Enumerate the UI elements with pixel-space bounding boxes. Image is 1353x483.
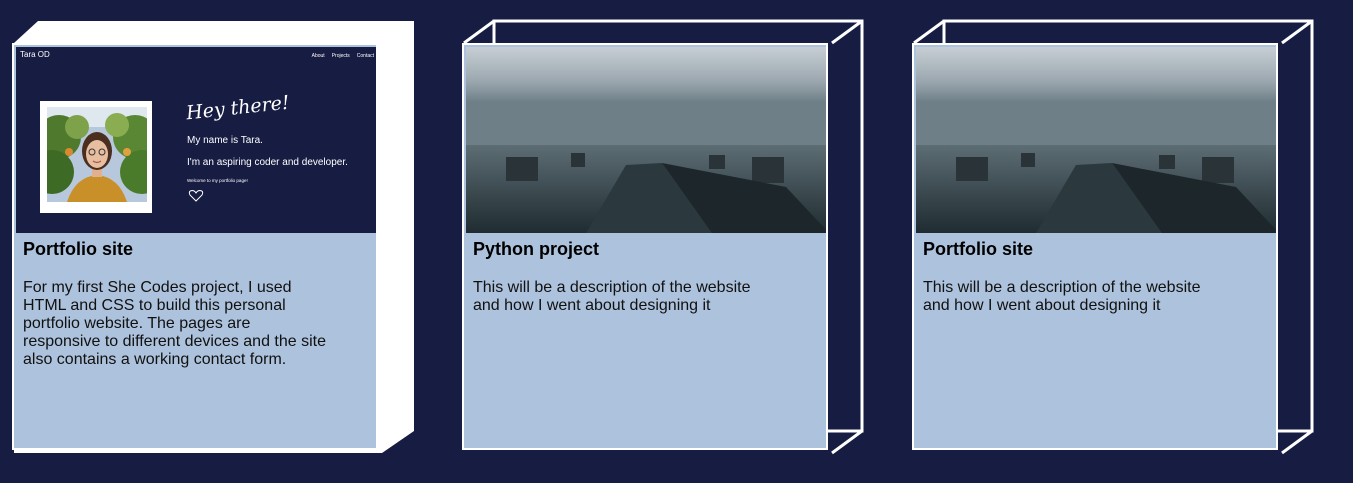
card-description: This will be a description of the websit…: [473, 279, 751, 314]
card-description: This will be a description of the websit…: [923, 279, 1201, 314]
profile-photo: [47, 107, 147, 202]
card-front: Portfolio site This will be a descriptio…: [912, 43, 1278, 450]
preview-intro-line: My name is Tara.: [187, 135, 263, 146]
card-title: Python project: [473, 239, 600, 259]
preview-photo-frame: [40, 101, 152, 213]
card-front: Tara OD About Projects Contact Hey there…: [12, 43, 378, 450]
preview-nav-contact: Contact: [356, 53, 374, 59]
preview-nav-projects: Projects: [331, 53, 350, 59]
project-card-portfolio[interactable]: Tara OD About Projects Contact Hey there…: [12, 19, 414, 453]
project-card-portfolio-2[interactable]: Portfolio site This will be a descriptio…: [912, 19, 1314, 455]
preview-welcome: Welcome to my portfolio page!: [187, 178, 248, 183]
preview-greeting: Hey there!: [185, 91, 291, 125]
card-front: Python project This will be a descriptio…: [462, 43, 828, 450]
portfolio-preview-image[interactable]: Tara OD About Projects Contact Hey there…: [16, 47, 376, 233]
card-title: Portfolio site: [923, 239, 1034, 259]
card-description: For my first She Codes project, I used H…: [23, 279, 326, 368]
card-title: Portfolio site: [23, 239, 134, 259]
preview-tagline: I'm an aspiring coder and developer.: [187, 157, 348, 168]
pier-photo[interactable]: [916, 47, 1276, 233]
preview-nav-about: About: [311, 53, 325, 59]
pier-photo[interactable]: [466, 47, 826, 233]
projects-gallery: Tara OD About Projects Contact Hey there…: [0, 0, 1353, 483]
preview-brand: Tara OD: [20, 50, 50, 59]
heart-icon: [188, 189, 204, 202]
project-card-python[interactable]: Python project This will be a descriptio…: [462, 19, 864, 455]
preview-nav: About Projects Contact: [312, 53, 374, 59]
